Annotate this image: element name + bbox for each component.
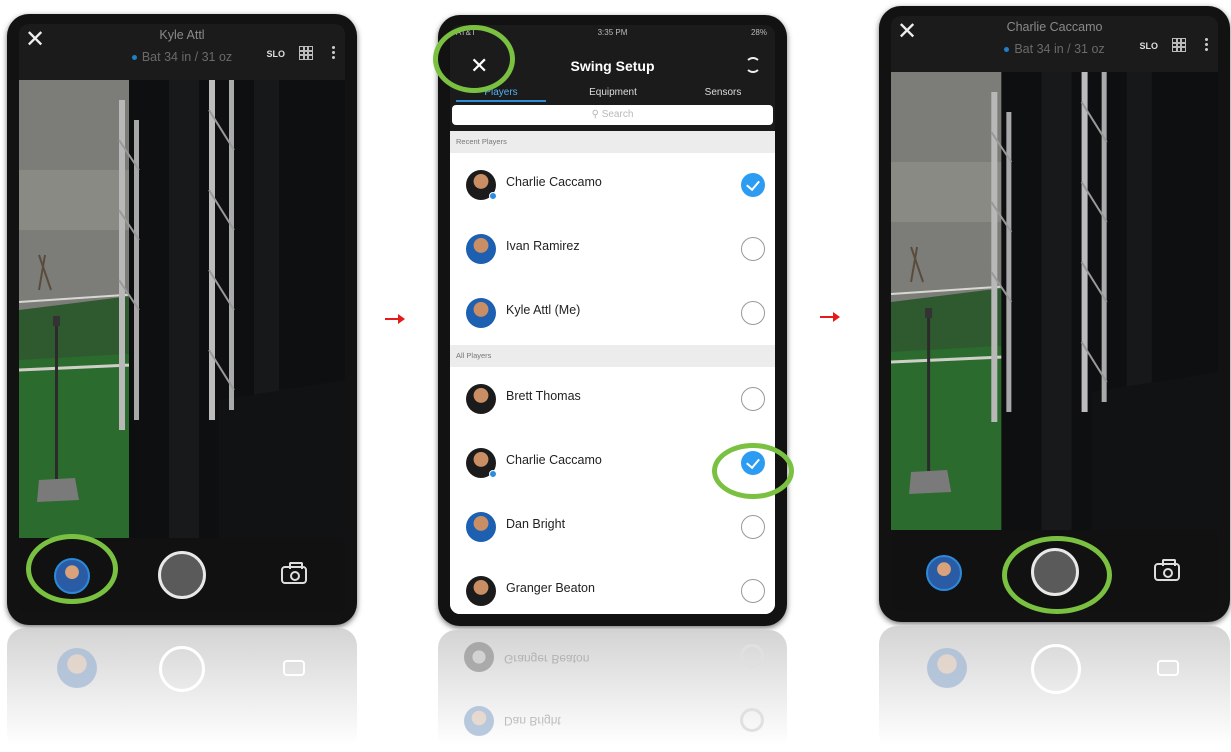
player-name: Charlie Caccamo bbox=[506, 175, 602, 189]
radio-unselected-icon[interactable] bbox=[741, 579, 765, 603]
avatar bbox=[466, 384, 496, 414]
player-name: Dan Bright bbox=[506, 517, 566, 531]
switch-camera-icon[interactable] bbox=[281, 562, 307, 584]
tab-equipment[interactable]: Equipment bbox=[568, 87, 658, 98]
reflected-text: Granger Beaton bbox=[504, 652, 590, 666]
avatar bbox=[466, 298, 496, 328]
section-header-recent: Recent Players bbox=[450, 131, 775, 153]
list-item[interactable]: Kyle Attl (Me) bbox=[450, 281, 775, 345]
reflected-radio bbox=[740, 708, 764, 732]
camera-viewfinder bbox=[891, 72, 1218, 530]
avatar bbox=[466, 234, 496, 264]
list-item[interactable]: Charlie Caccamo bbox=[450, 153, 775, 217]
check-selected-icon[interactable] bbox=[741, 173, 765, 197]
bat-info: Bat 34 in / 31 oz bbox=[19, 50, 345, 64]
camera-screen: ✕ Charlie Caccamo Bat 34 in / 31 oz SLO bbox=[891, 16, 1218, 610]
list-item[interactable]: Dan Bright bbox=[450, 495, 775, 559]
reflected-avatar bbox=[57, 648, 97, 688]
bat-info-text: Bat 34 in / 31 oz bbox=[1014, 42, 1105, 56]
search-bar: ⚲ Search bbox=[450, 103, 775, 131]
avatar bbox=[466, 448, 497, 478]
batting-cage-image bbox=[19, 80, 345, 538]
highlight-ring-avatar bbox=[26, 534, 118, 604]
player-avatar-button[interactable] bbox=[926, 555, 962, 591]
avatar bbox=[466, 512, 496, 542]
sensor-badge-icon bbox=[489, 192, 497, 200]
avatar bbox=[466, 576, 496, 606]
phone-frame-right: ✕ Charlie Caccamo Bat 34 in / 31 oz SLO bbox=[879, 6, 1230, 622]
bat-info: Bat 34 in / 31 oz bbox=[891, 42, 1218, 56]
camera-header: ✕ Charlie Caccamo Bat 34 in / 31 oz SLO bbox=[891, 16, 1218, 72]
search-icon: ⚲ bbox=[591, 109, 602, 120]
player-name: Ivan Ramirez bbox=[506, 239, 580, 253]
radio-unselected-icon[interactable] bbox=[741, 301, 765, 325]
player-name: Kyle Attl bbox=[159, 28, 205, 42]
search-placeholder: Search bbox=[601, 109, 634, 120]
slo-button[interactable]: SLO bbox=[1139, 41, 1158, 51]
player-name: Granger Beaton bbox=[506, 581, 595, 595]
list-item[interactable]: Granger Beaton bbox=[450, 559, 775, 614]
search-input[interactable]: ⚲ Search bbox=[452, 105, 773, 125]
player-name: Charlie Caccamo bbox=[506, 453, 602, 467]
arrow-right-icon bbox=[820, 312, 840, 322]
list-item[interactable]: Brett Thomas bbox=[450, 367, 775, 431]
bat-info-text: Bat 34 in / 31 oz bbox=[141, 50, 233, 64]
tutorial-canvas: ✕ Kyle Attl Bat 34 in / 31 oz SLO AT&T 3… bbox=[0, 0, 1231, 752]
arrow-right-icon bbox=[385, 314, 405, 324]
sensor-dot-icon bbox=[131, 55, 137, 61]
radio-unselected-icon[interactable] bbox=[741, 237, 765, 261]
reflected-avatar bbox=[464, 642, 494, 672]
camera-header: ✕ Kyle Attl Bat 34 in / 31 oz SLO bbox=[19, 24, 345, 80]
reflected-avatar bbox=[464, 706, 494, 736]
reflection-right bbox=[879, 626, 1230, 752]
tab-bar: Players Equipment Sensors bbox=[450, 87, 775, 103]
player-name: Charlie Caccamo bbox=[1006, 20, 1103, 34]
more-icon[interactable] bbox=[1205, 38, 1208, 52]
radio-unselected-icon[interactable] bbox=[741, 387, 765, 411]
tab-sensors[interactable]: Sensors bbox=[678, 87, 768, 98]
reflected-avatar bbox=[927, 648, 967, 688]
reflected-text: Dan Bright bbox=[504, 714, 561, 728]
highlight-ring-record bbox=[1002, 536, 1112, 614]
refresh-icon[interactable] bbox=[745, 57, 761, 73]
radio-unselected-icon[interactable] bbox=[741, 515, 765, 539]
phone-frame-middle: AT&T 3:35 PM 28% ✕ Swing Setup Players E… bbox=[438, 15, 787, 626]
player-name: Brett Thomas bbox=[506, 389, 581, 403]
highlight-ring-close bbox=[433, 25, 515, 93]
avatar bbox=[466, 170, 497, 200]
grid-icon[interactable] bbox=[299, 46, 313, 60]
slo-button[interactable]: SLO bbox=[266, 49, 285, 59]
reflected-radio bbox=[740, 644, 764, 668]
reflected-camera-icon bbox=[1157, 660, 1179, 676]
highlight-ring-checkmark bbox=[712, 443, 794, 499]
player-name: Kyle Attl (Me) bbox=[506, 303, 581, 317]
reflected-shutter bbox=[159, 646, 205, 692]
sensor-dot-icon bbox=[1004, 47, 1010, 53]
battery-text: 28% bbox=[750, 28, 767, 37]
record-button[interactable] bbox=[158, 551, 206, 599]
reflection-middle: Granger Beaton Dan Bright bbox=[438, 630, 787, 752]
player-list: Recent Players Charlie Caccamo Ivan Rami… bbox=[450, 131, 775, 614]
section-header-all: All Players bbox=[450, 345, 775, 367]
phone-frame-left: ✕ Kyle Attl Bat 34 in / 31 oz SLO bbox=[7, 14, 357, 625]
list-item[interactable]: Ivan Ramirez bbox=[450, 217, 775, 281]
batting-cage-image bbox=[891, 72, 1218, 530]
camera-screen: ✕ Kyle Attl Bat 34 in / 31 oz SLO bbox=[19, 24, 345, 613]
swing-setup-screen: AT&T 3:35 PM 28% ✕ Swing Setup Players E… bbox=[450, 25, 775, 614]
reflection-left bbox=[7, 628, 357, 752]
grid-icon[interactable] bbox=[1172, 38, 1186, 52]
switch-camera-icon[interactable] bbox=[1154, 559, 1180, 581]
reflected-camera-icon bbox=[283, 660, 305, 676]
sensor-badge-icon bbox=[489, 470, 497, 478]
more-icon[interactable] bbox=[332, 46, 335, 60]
reflected-shutter bbox=[1031, 644, 1081, 694]
camera-viewfinder bbox=[19, 80, 345, 538]
